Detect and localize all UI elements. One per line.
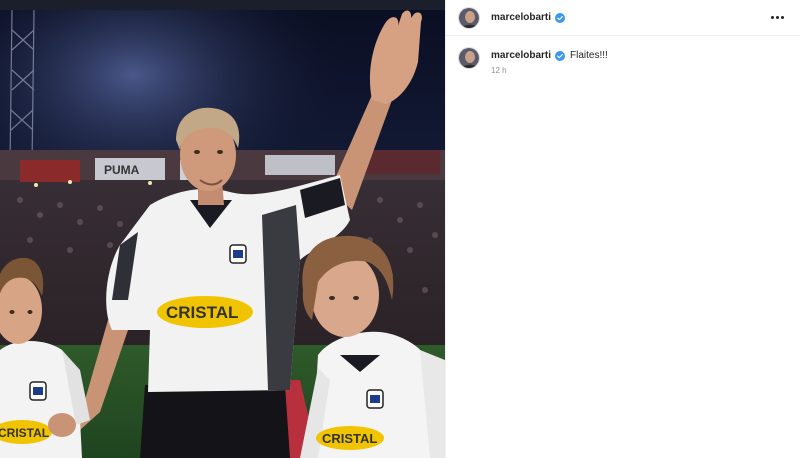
- post-timestamp[interactable]: 12 h: [491, 66, 608, 75]
- caption-body: marcelobarti Flaites!!! 12 h: [491, 47, 608, 75]
- caption-line: marcelobarti Flaites!!!: [491, 50, 608, 61]
- svg-text:CRISTAL: CRISTAL: [0, 426, 49, 440]
- photo-illustration: PUMA CRISTAL CRISTAL CRISTAL: [0, 0, 445, 458]
- author-avatar[interactable]: [458, 6, 480, 29]
- caption-author-avatar[interactable]: [458, 47, 480, 69]
- jersey-sponsor-text: CRISTAL: [166, 303, 238, 322]
- verified-badge-icon: [555, 50, 566, 61]
- post-photo[interactable]: PUMA CRISTAL CRISTAL CRISTAL: [0, 0, 445, 458]
- verified-badge-icon: [555, 12, 566, 23]
- post-modal: PUMA CRISTAL CRISTAL CRISTAL marcelobart…: [0, 0, 800, 458]
- author-username[interactable]: marcelobarti: [491, 12, 551, 23]
- caption-comment: marcelobarti Flaites!!! 12 h: [446, 36, 800, 86]
- caption-text: Flaites!!!: [570, 50, 608, 61]
- svg-text:CRISTAL: CRISTAL: [322, 431, 377, 446]
- avatar-icon: [459, 48, 479, 68]
- banner-text: PUMA: [104, 163, 140, 177]
- post-header: marcelobarti: [446, 0, 800, 36]
- more-options-button[interactable]: [767, 12, 788, 23]
- more-horizontal-icon: [771, 16, 774, 19]
- post-side-panel: marcelobarti marcelobarti Flaites!!! 12 …: [445, 0, 800, 458]
- caption-username[interactable]: marcelobarti: [491, 50, 551, 61]
- avatar-icon: [459, 7, 479, 28]
